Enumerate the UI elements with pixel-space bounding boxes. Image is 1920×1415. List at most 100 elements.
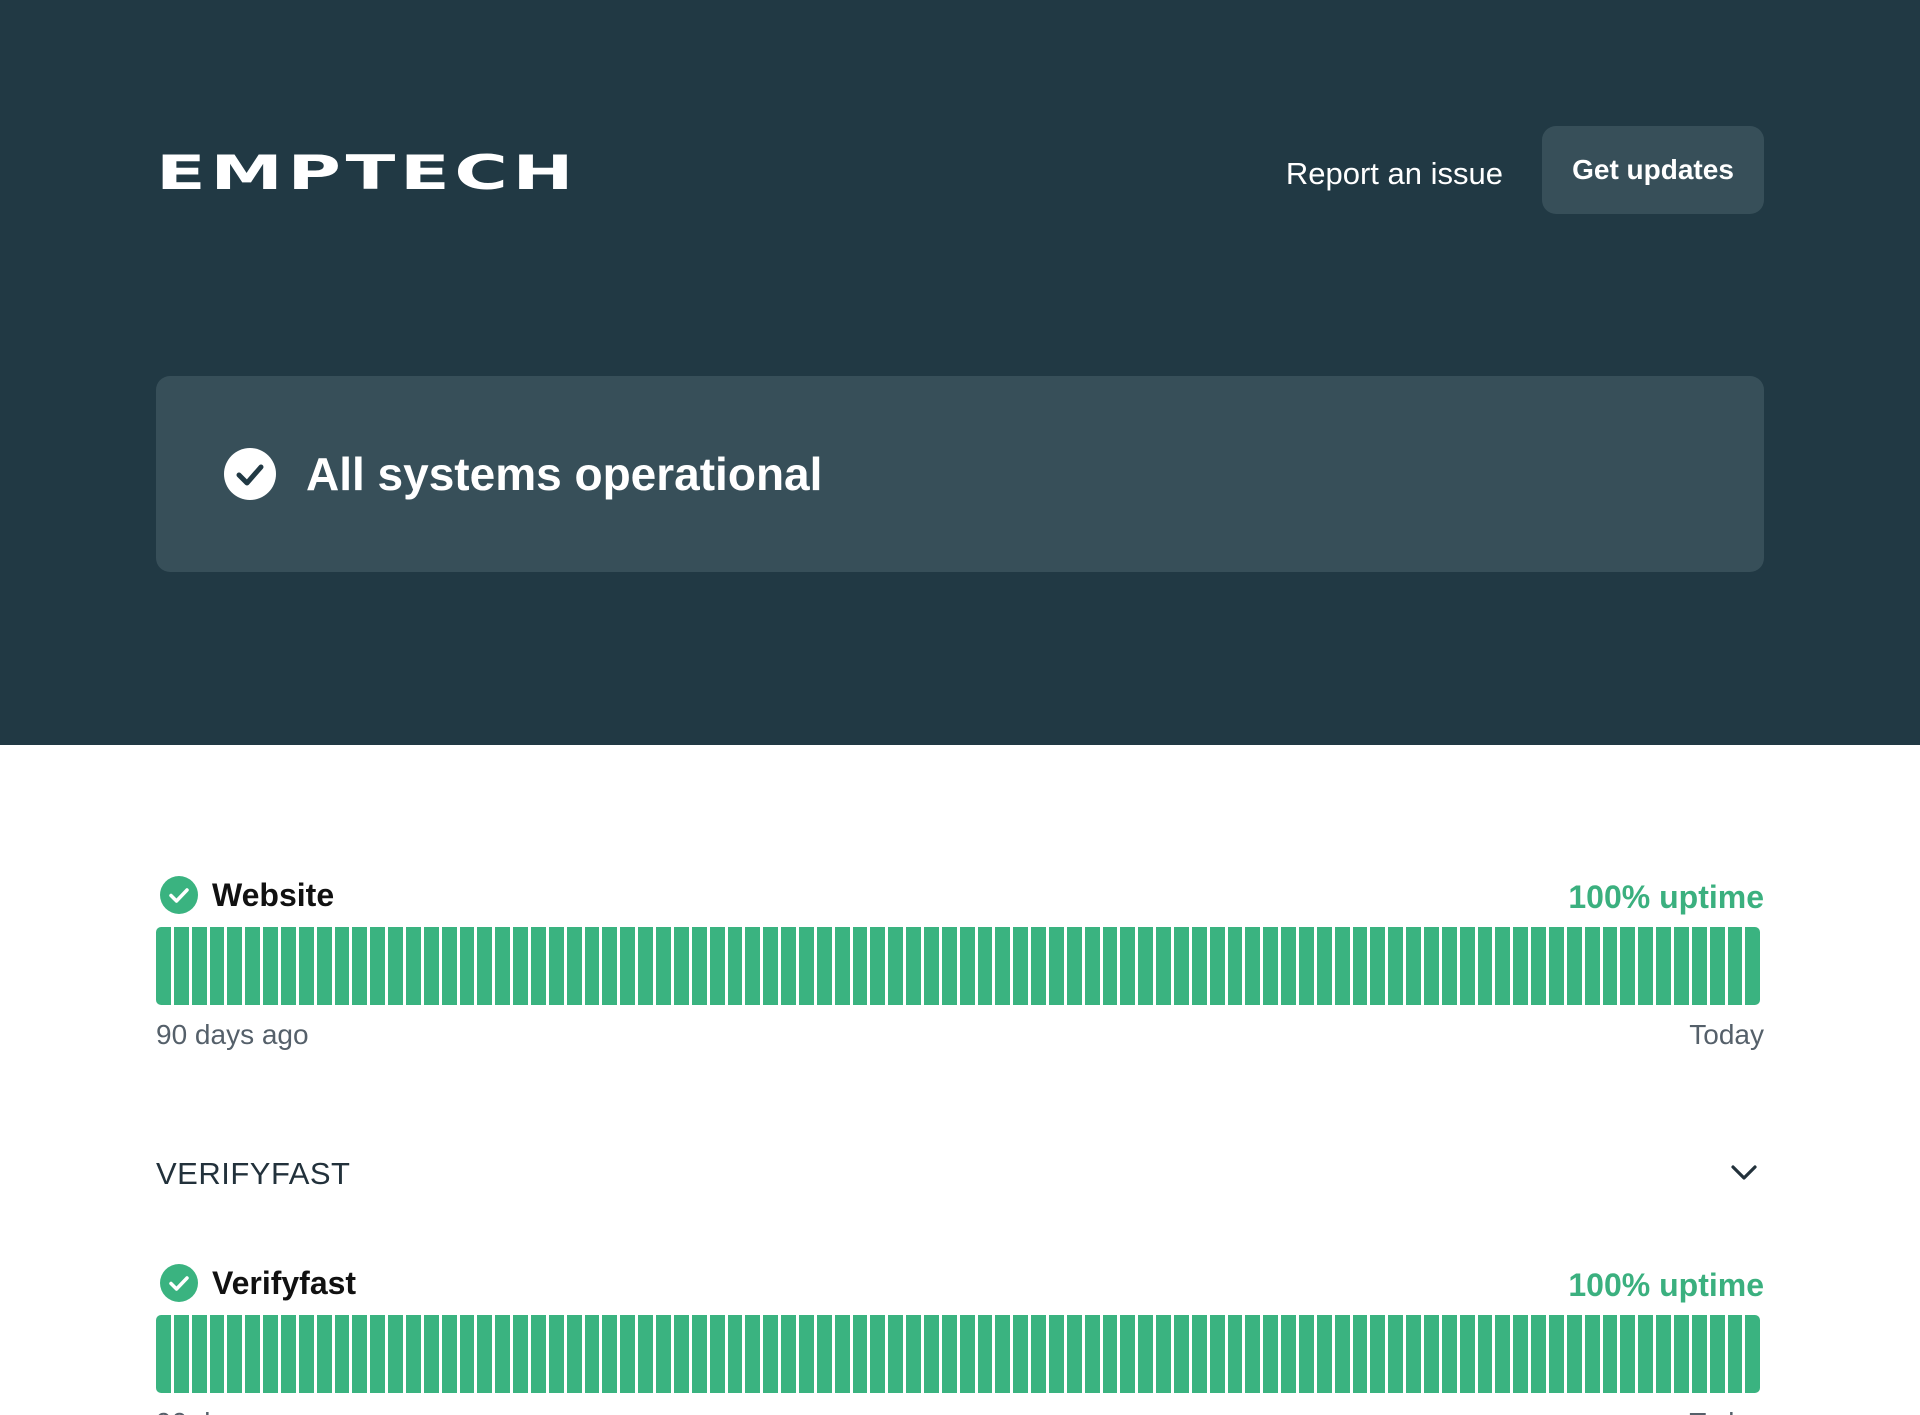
uptime-day-bar[interactable] [1406,1315,1422,1393]
uptime-day-bar[interactable] [584,927,600,1005]
uptime-day-bar[interactable] [209,1315,225,1393]
uptime-day-bar[interactable] [923,927,939,1005]
uptime-day-bar[interactable] [1691,1315,1707,1393]
uptime-day-bar[interactable] [1227,927,1243,1005]
uptime-day-bar[interactable] [1566,927,1582,1005]
uptime-day-bar[interactable] [459,1315,475,1393]
uptime-day-bar[interactable] [995,927,1011,1005]
uptime-day-bar[interactable] [1584,1315,1600,1393]
uptime-day-bar[interactable] [798,927,814,1005]
uptime-day-bar[interactable] [156,1315,171,1393]
uptime-day-bar[interactable] [691,927,707,1005]
report-issue-link[interactable]: Report an issue [1286,156,1503,192]
uptime-day-bar[interactable] [1477,1315,1493,1393]
uptime-day-bar[interactable] [227,927,243,1005]
uptime-day-bar[interactable] [727,927,743,1005]
uptime-day-bar[interactable] [1727,927,1743,1005]
uptime-day-bar[interactable] [602,927,618,1005]
uptime-day-bar[interactable] [1513,1315,1529,1393]
uptime-day-bar[interactable] [1549,927,1564,1005]
uptime-day-bar[interactable] [1066,1315,1082,1393]
uptime-day-bar[interactable] [656,927,671,1005]
uptime-day-bar[interactable] [1745,927,1761,1005]
uptime-day-bar[interactable] [423,927,439,1005]
uptime-day-bar[interactable] [1048,1315,1064,1393]
get-updates-button[interactable]: Get updates [1542,126,1764,214]
uptime-day-bar[interactable] [298,1315,314,1393]
uptime-day-bar[interactable] [1727,1315,1743,1393]
uptime-day-bar[interactable] [1245,1315,1261,1393]
uptime-day-bar[interactable] [1424,927,1439,1005]
uptime-day-bar[interactable] [477,1315,493,1393]
uptime-day-bar[interactable] [1334,1315,1350,1393]
uptime-day-bar[interactable] [191,927,207,1005]
uptime-day-bar[interactable] [1674,927,1689,1005]
uptime-day-bar[interactable] [977,927,993,1005]
uptime-day-bar[interactable] [1227,1315,1243,1393]
uptime-day-bar[interactable] [941,927,957,1005]
uptime-day-bar[interactable] [1120,927,1136,1005]
uptime-day-bar[interactable] [1102,1315,1118,1393]
uptime-day-bar[interactable] [1031,1315,1046,1393]
uptime-day-bar[interactable] [227,1315,243,1393]
uptime-day-bar[interactable] [334,1315,350,1393]
uptime-day-bar[interactable] [1120,1315,1136,1393]
uptime-day-bar[interactable] [745,1315,761,1393]
uptime-day-bar[interactable] [906,1315,921,1393]
emptech-logo[interactable]: EMPTECH [156,150,578,197]
uptime-day-bar[interactable] [638,1315,654,1393]
uptime-day-bar[interactable] [1138,927,1154,1005]
uptime-day-bar[interactable] [441,1315,457,1393]
uptime-day-bar[interactable] [1316,927,1332,1005]
uptime-day-bar[interactable] [352,1315,368,1393]
uptime-day-bar[interactable] [1209,927,1225,1005]
uptime-day-bar[interactable] [281,1315,296,1393]
uptime-day-bar[interactable] [281,927,296,1005]
uptime-day-bar[interactable] [1370,1315,1386,1393]
uptime-day-bar[interactable] [459,927,475,1005]
uptime-day-bar[interactable] [370,927,386,1005]
uptime-day-bar[interactable] [548,1315,564,1393]
uptime-day-bar[interactable] [1281,1315,1296,1393]
uptime-day-bar[interactable] [423,1315,439,1393]
uptime-day-bar[interactable] [209,927,225,1005]
uptime-day-bar[interactable] [1138,1315,1154,1393]
uptime-day-bar[interactable] [602,1315,618,1393]
uptime-day-bar[interactable] [1156,1315,1171,1393]
uptime-day-bar[interactable] [1263,927,1279,1005]
uptime-day-bar[interactable] [388,927,404,1005]
uptime-day-bar[interactable] [1584,927,1600,1005]
uptime-day-bar[interactable] [1549,1315,1564,1393]
uptime-day-bar[interactable] [763,927,779,1005]
uptime-day-bar[interactable] [781,1315,796,1393]
uptime-day-bar[interactable] [1709,1315,1725,1393]
uptime-day-bar[interactable] [709,927,725,1005]
uptime-day-bar[interactable] [495,1315,511,1393]
uptime-day-bar[interactable] [1709,927,1725,1005]
uptime-day-bar[interactable] [1656,1315,1672,1393]
uptime-day-bar[interactable] [709,1315,725,1393]
uptime-day-bar[interactable] [1156,927,1171,1005]
uptime-day-bar[interactable] [834,927,850,1005]
uptime-day-bar[interactable] [745,927,761,1005]
uptime-day-bar[interactable] [566,1315,582,1393]
uptime-day-bar[interactable] [1638,927,1654,1005]
uptime-day-bar[interactable] [923,1315,939,1393]
uptime-day-bar[interactable] [1459,1315,1475,1393]
uptime-day-bar[interactable] [1656,927,1672,1005]
uptime-day-bar[interactable] [870,1315,886,1393]
uptime-day-bar[interactable] [441,927,457,1005]
uptime-day-bar[interactable] [888,1315,904,1393]
uptime-day-bar[interactable] [1173,1315,1189,1393]
uptime-day-bar[interactable] [1066,927,1082,1005]
uptime-day-bar[interactable] [1566,1315,1582,1393]
uptime-day-bar[interactable] [1424,1315,1439,1393]
uptime-day-bar[interactable] [1441,927,1457,1005]
uptime-day-bar[interactable] [173,1315,189,1393]
uptime-day-bar[interactable] [781,927,796,1005]
uptime-day-bar[interactable] [1191,1315,1207,1393]
uptime-day-bar[interactable] [1745,1315,1761,1393]
uptime-day-bar[interactable] [1495,1315,1511,1393]
uptime-day-bar[interactable] [1674,1315,1689,1393]
uptime-day-bar[interactable] [1316,1315,1332,1393]
